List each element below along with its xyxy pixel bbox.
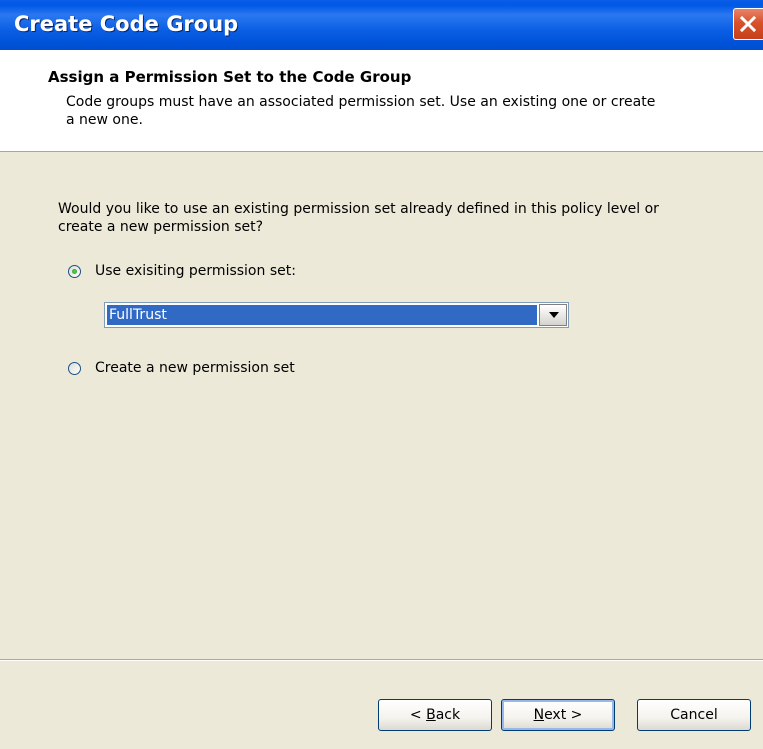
create-new-option[interactable]: Create a new permission set (68, 360, 295, 376)
question-text: Would you like to use an existing permis… (58, 201, 659, 235)
permission-set-value: FullTrust (107, 305, 537, 325)
footer-divider (0, 659, 763, 661)
next-button[interactable]: Next > (501, 699, 615, 731)
page-title: Assign a Permission Set to the Code Grou… (48, 68, 412, 86)
chevron-down-icon (549, 312, 559, 318)
back-mnemonic: B (426, 707, 436, 723)
next-suffix: > (566, 707, 583, 723)
use-existing-radio[interactable] (68, 264, 81, 278)
create-new-label: Create a new permission set (95, 360, 295, 376)
dropdown-button[interactable] (539, 304, 567, 326)
use-existing-option[interactable]: Use exisiting permission set: (68, 263, 296, 279)
permission-set-select[interactable]: FullTrust (104, 302, 569, 328)
title-bar[interactable]: Create Code Group (0, 0, 763, 50)
next-mnemonic: N (533, 707, 545, 723)
cancel-button[interactable]: Cancel (637, 699, 751, 731)
back-button[interactable]: < Back (378, 699, 492, 731)
wizard-header: Assign a Permission Set to the Code Grou… (0, 50, 763, 152)
close-icon (739, 15, 757, 33)
use-existing-label: Use exisiting permission set: (95, 263, 296, 279)
create-new-radio[interactable] (68, 361, 81, 375)
window-title: Create Code Group (14, 12, 239, 36)
page-description: Code groups must have an associated perm… (66, 94, 656, 128)
close-button[interactable] (733, 8, 763, 40)
back-prefix: < (409, 707, 427, 723)
next-rest: ext (544, 707, 567, 723)
create-code-group-dialog: Create Code Group Assign a Permission Se… (0, 0, 763, 749)
back-rest: ack (435, 707, 461, 723)
